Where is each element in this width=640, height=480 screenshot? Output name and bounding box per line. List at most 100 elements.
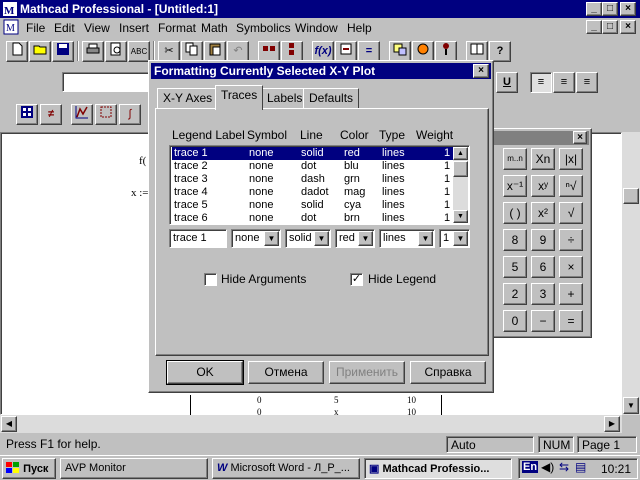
palette-parens-button[interactable]: ( )	[503, 202, 527, 224]
chevron-down-icon[interactable]: ▼	[264, 231, 279, 246]
palette-equals-button[interactable]: =	[559, 310, 583, 332]
palette-close-button[interactable]: ×	[573, 131, 587, 144]
spell-check-icon[interactable]: ABC	[128, 41, 150, 62]
palette-0-button[interactable]: 0	[503, 310, 527, 332]
hide-arguments-checkbox[interactable]	[204, 273, 217, 286]
cancel-button[interactable]: Отмена	[248, 361, 324, 384]
calculator-icon[interactable]	[16, 104, 38, 125]
align-across-icon[interactable]	[258, 41, 280, 62]
menu-format[interactable]: Format	[158, 21, 196, 35]
speaker-icon[interactable]: ◀)	[541, 460, 554, 474]
maximize-button[interactable]: □	[602, 2, 618, 16]
dialog-title-bar[interactable]: Formatting Currently Selected X-Y Plot ×	[151, 63, 491, 79]
palette-divide-button[interactable]: ÷	[559, 229, 583, 251]
cut-icon[interactable]: ✂	[158, 41, 180, 62]
color-select[interactable]: red ▼	[335, 229, 375, 248]
menu-window[interactable]: Window	[295, 21, 338, 35]
component-icon[interactable]	[389, 41, 411, 62]
palette-subscript-button[interactable]: Xn	[531, 148, 555, 170]
document-icon[interactable]: M	[3, 19, 19, 35]
palette-range-button[interactable]: m..n	[503, 148, 527, 170]
ok-button[interactable]: OK	[167, 361, 243, 384]
tab-xy-axes[interactable]: X-Y Axes	[157, 88, 219, 108]
task-mathcad[interactable]: ▣ Mathcad Professio...	[364, 458, 512, 479]
list-scrollbar[interactable]: ▲ ▼	[453, 147, 468, 223]
list-item[interactable]: trace 5 none solid cya lines 1	[172, 199, 454, 212]
open-icon[interactable]	[29, 41, 51, 62]
doc-restore-button[interactable]: □	[602, 20, 618, 34]
chevron-down-icon[interactable]: ▼	[314, 231, 329, 246]
palette-power-button[interactable]: xʸ	[531, 175, 555, 197]
legend-label-input[interactable]: trace 1	[169, 229, 227, 248]
minimize-button[interactable]: _	[586, 2, 602, 16]
tab-defaults[interactable]: Defaults	[303, 88, 360, 108]
align-down-icon[interactable]	[281, 41, 303, 62]
list-item[interactable]: trace 6 none dot brn lines 1	[172, 212, 454, 225]
matrix-icon[interactable]	[95, 104, 117, 125]
menu-view[interactable]: View	[84, 21, 110, 35]
palette-3-button[interactable]: 3	[531, 283, 555, 305]
apply-button[interactable]: Применить	[329, 361, 405, 384]
scroll-left-arrow-icon[interactable]: ◀	[1, 416, 17, 432]
task-microsoft-word[interactable]: W Microsoft Word - Л_Р_...	[212, 458, 360, 479]
tab-traces[interactable]: Traces	[215, 85, 264, 110]
list-item[interactable]: trace 3 none dash grn lines 1	[172, 173, 454, 186]
insert-unit-icon[interactable]	[335, 41, 357, 62]
list-item[interactable]: trace 1 none solid red lines 1	[172, 147, 454, 160]
book-icon[interactable]	[466, 41, 488, 62]
menu-file[interactable]: File	[26, 21, 45, 35]
scroll-thumb[interactable]	[623, 188, 639, 204]
hide-legend-checkbox[interactable]: ✓	[350, 273, 363, 286]
menu-insert[interactable]: Insert	[119, 21, 149, 35]
palette-5-button[interactable]: 5	[503, 256, 527, 278]
dialog-close-button[interactable]: ×	[473, 64, 489, 78]
list-item[interactable]: trace 2 none dot blu lines 1	[172, 160, 454, 173]
style-select[interactable]	[62, 72, 152, 92]
align-right-button[interactable]: ≡	[576, 72, 598, 93]
palette-multiply-button[interactable]: ×	[559, 256, 583, 278]
list-scroll-thumb[interactable]	[453, 161, 468, 177]
list-scroll-down-icon[interactable]: ▼	[453, 210, 468, 223]
close-button[interactable]: ×	[620, 2, 636, 16]
vertical-scrollbar[interactable]: ▼	[622, 132, 640, 415]
symbol-select[interactable]: none ▼	[231, 229, 281, 248]
palette-minus-button[interactable]: −	[531, 310, 555, 332]
palette-6-button[interactable]: 6	[531, 256, 555, 278]
chevron-down-icon[interactable]: ▼	[453, 231, 468, 246]
palette-title-bar[interactable]: ×	[491, 131, 589, 145]
tray-app-icon[interactable]: ▤	[575, 460, 586, 474]
palette-9-button[interactable]: 9	[531, 229, 555, 251]
chevron-down-icon[interactable]: ▼	[358, 231, 373, 246]
underline-button[interactable]: U	[496, 72, 518, 93]
palette-2-button[interactable]: 2	[503, 283, 527, 305]
menu-symbolics[interactable]: Symbolics	[236, 21, 291, 35]
list-item[interactable]: trace 4 none dadot mag lines 1	[172, 186, 454, 199]
start-button[interactable]: Пуск	[2, 458, 56, 479]
align-left-button[interactable]: ≡	[530, 72, 552, 93]
task-avp-monitor[interactable]: AVP Monitor	[60, 458, 208, 479]
doc-minimize-button[interactable]: _	[586, 20, 602, 34]
calculus-icon[interactable]: ∫	[119, 104, 141, 125]
graph-icon[interactable]	[71, 104, 93, 125]
line-select[interactable]: solid ▼	[285, 229, 331, 248]
align-center-button[interactable]: ≡	[553, 72, 575, 93]
menu-math[interactable]: Math	[201, 21, 228, 35]
tab-labels[interactable]: Labels	[261, 88, 309, 108]
palette-square-button[interactable]: x²	[531, 202, 555, 224]
undo-icon[interactable]: ↶	[227, 41, 249, 62]
palette-nth-root-button[interactable]: ⁿ√	[559, 175, 583, 197]
save-icon[interactable]	[52, 41, 74, 62]
doc-close-button[interactable]: ×	[620, 20, 636, 34]
help-icon[interactable]	[435, 41, 457, 62]
palette-8-button[interactable]: 8	[503, 229, 527, 251]
paste-icon[interactable]	[204, 41, 226, 62]
insert-function-icon[interactable]: f(x)	[312, 41, 334, 62]
question-icon[interactable]: ?	[489, 41, 511, 62]
palette-abs-button[interactable]: |x|	[559, 148, 583, 170]
list-scroll-up-icon[interactable]: ▲	[453, 147, 468, 160]
traces-list[interactable]: trace 1 none solid red lines 1 trace 2 none dot…	[169, 145, 470, 225]
title-bar[interactable]: M Mathcad Professional - [Untitled:1] _ …	[0, 0, 640, 18]
scroll-right-arrow-icon[interactable]: ▶	[604, 416, 620, 432]
calculate-icon[interactable]: =	[358, 41, 380, 62]
palette-plus-button[interactable]: +	[559, 283, 583, 305]
